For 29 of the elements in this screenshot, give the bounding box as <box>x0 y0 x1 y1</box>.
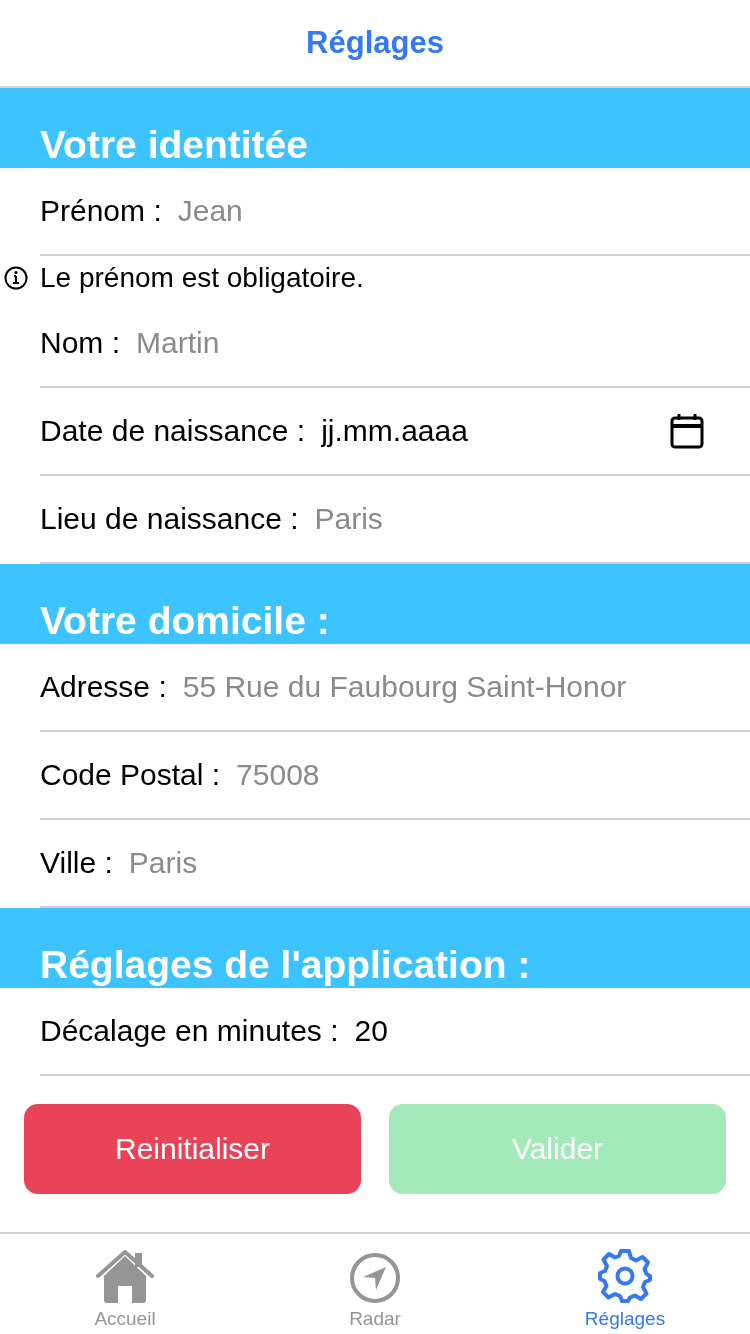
house-icon <box>96 1250 154 1304</box>
field-label: Adresse : <box>40 670 167 704</box>
tab[interactable]: Radar <box>250 1234 500 1334</box>
input-field[interactable]: Paris <box>314 499 704 539</box>
calendar-icon[interactable] <box>670 413 704 449</box>
field-label: Ville : <box>40 846 113 880</box>
section-header: Réglages de l'application : <box>0 908 750 988</box>
field-label: Nom : <box>40 326 120 360</box>
settings-icon <box>597 1248 653 1304</box>
input-field[interactable]: jj.mm.aaaa <box>321 411 662 451</box>
section-header: Votre domicile : <box>0 564 750 644</box>
input-field[interactable]: Martin <box>136 323 704 363</box>
error-message: Le prénom est obligatoire. <box>40 262 364 294</box>
input-field[interactable]: 20 <box>354 1011 704 1051</box>
input-field[interactable]: Jean <box>177 191 704 231</box>
field-label: Date de naissance : <box>40 414 306 448</box>
action-button[interactable]: Reinitialiser <box>24 1104 361 1194</box>
tab[interactable]: Accueil <box>0 1234 250 1334</box>
field-label: Lieu de naissance : <box>40 502 299 536</box>
section-header: Votre identitée <box>0 88 750 168</box>
input-field[interactable]: 55 Rue du Faubourg Saint-Honor <box>182 667 704 707</box>
info-icon <box>4 266 28 290</box>
tab[interactable]: Réglages <box>500 1234 750 1334</box>
field-label: Prénom : <box>40 194 162 228</box>
field-label: Code Postal : <box>40 758 221 792</box>
field-label: Décalage en minutes : <box>40 1014 339 1048</box>
input-field[interactable]: 75008 <box>236 755 704 795</box>
screen-title: Réglages <box>306 25 444 61</box>
input-field[interactable]: Paris <box>128 843 704 883</box>
